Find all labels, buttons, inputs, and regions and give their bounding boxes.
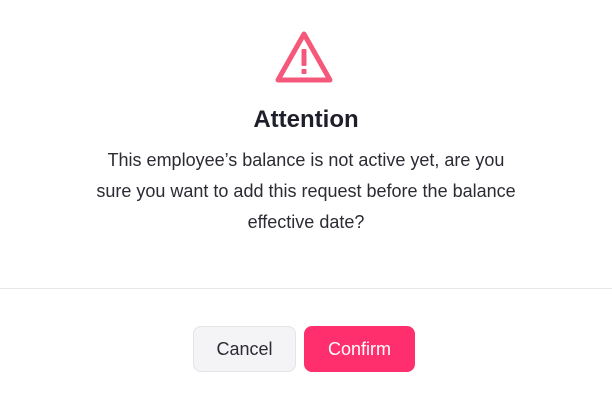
cancel-button[interactable]: Cancel (193, 326, 296, 372)
dialog-message: This employee’s balance is not active ye… (96, 150, 516, 232)
confirmation-dialog: Attention This employee’s balance is not… (0, 0, 612, 402)
divider (0, 288, 612, 289)
confirm-button[interactable]: Confirm (304, 326, 415, 372)
warning-triangle-icon (274, 30, 334, 84)
dialog-title: Attention (253, 106, 359, 133)
